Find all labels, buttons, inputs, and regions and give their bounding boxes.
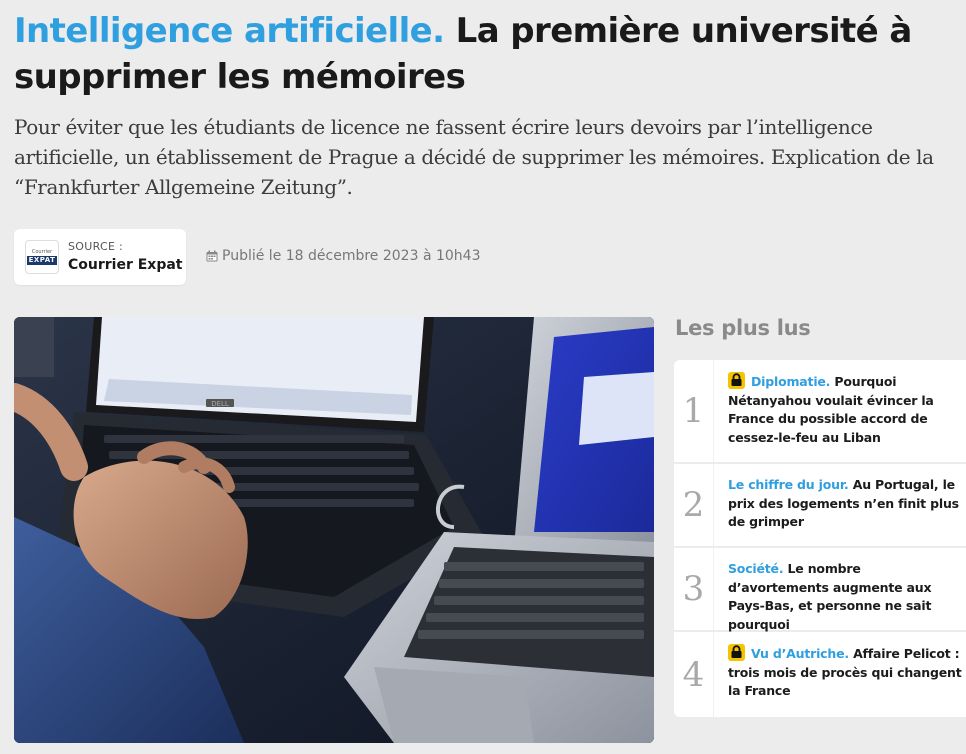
article-standfirst: Pour éviter que les étudiants de licence… (14, 115, 934, 199)
article-kicker[interactable]: Intelligence artificielle. (14, 11, 445, 51)
item-number: 2 (674, 464, 714, 546)
lock-icon (728, 644, 745, 661)
article-hero-image: DELL (14, 317, 654, 743)
item-number: 4 (674, 632, 714, 717)
item-tag: Le chiffre du jour. (728, 477, 849, 492)
source-logo: Courrier EXPAT (25, 240, 59, 274)
item-tag: Société. (728, 561, 784, 576)
source-name[interactable]: Courrier Expat (68, 257, 183, 273)
publish-date-text: Publié le 18 décembre 2023 à 10h43 (222, 248, 481, 264)
calendar-icon (206, 250, 218, 262)
list-item[interactable]: 3 Société. Le nombre d’avortements augme… (674, 548, 966, 632)
most-read-title: Les plus lus (675, 316, 811, 340)
hero-illustration: DELL (14, 317, 654, 743)
most-read-list: 1 Diplomatie. Pourquoi Nétanyahou voulai… (674, 360, 966, 717)
item-number: 3 (674, 548, 714, 630)
article-headline: Intelligence artificielle. La première u… (14, 8, 954, 100)
item-tag: Vu d’Autriche. (751, 646, 849, 661)
item-tag: Diplomatie. (751, 374, 831, 389)
source-card[interactable]: Courrier EXPAT SOURCE : Courrier Expat (14, 229, 186, 285)
list-item[interactable]: 1 Diplomatie. Pourquoi Nétanyahou voulai… (674, 360, 966, 464)
lock-icon (728, 372, 745, 389)
item-text[interactable]: Diplomatie. Pourquoi Nétanyahou voulait … (728, 372, 964, 447)
item-text[interactable]: Vu d’Autriche. Affaire Pelicot : trois m… (728, 644, 964, 701)
laptop-brand-text: DELL (211, 400, 229, 408)
source-label: SOURCE : (68, 240, 124, 253)
list-item[interactable]: 2 Le chiffre du jour. Au Portugal, le pr… (674, 464, 966, 548)
item-number: 1 (674, 360, 714, 462)
item-text[interactable]: Le chiffre du jour. Au Portugal, le prix… (728, 476, 964, 532)
list-item[interactable]: 4 Vu d’Autriche. Affaire Pelicot : trois… (674, 632, 966, 717)
publish-date: Publié le 18 décembre 2023 à 10h43 (206, 248, 480, 264)
source-logo-bottom: EXPAT (26, 256, 58, 265)
item-text[interactable]: Société. Le nombre d’avortements augment… (728, 560, 964, 634)
source-logo-top: Courrier (31, 249, 53, 255)
